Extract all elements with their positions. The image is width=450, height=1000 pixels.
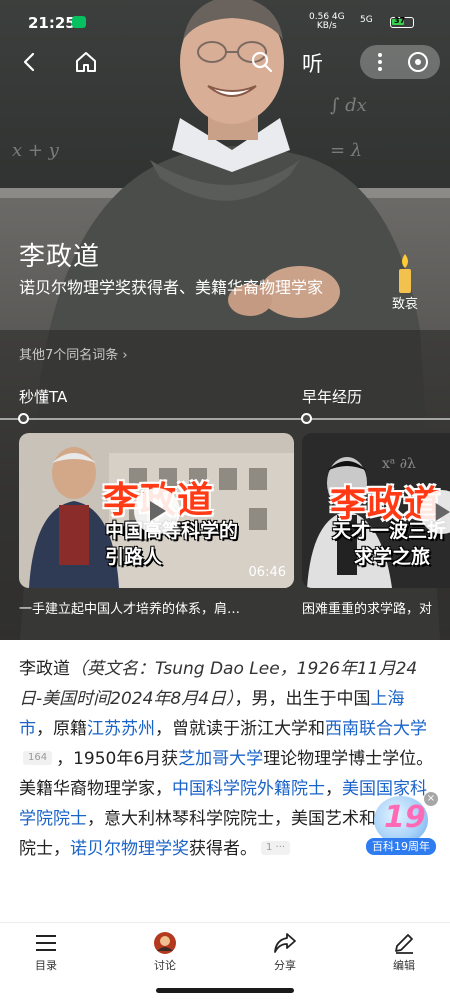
link-university-of-chicago[interactable]: 芝加哥大学 bbox=[178, 749, 263, 769]
video-card[interactable]: 李政道 中国高等科学的 引路人 06:46 bbox=[19, 433, 294, 588]
tab-label: 编辑 bbox=[393, 959, 415, 972]
contents-icon bbox=[6, 929, 86, 957]
link-cas-foreign-member[interactable]: 中国科学院外籍院士 bbox=[172, 779, 325, 799]
bottom-toolbar: 目录 讨论 分享 编辑 bbox=[0, 922, 450, 980]
tab-label: 讨论 bbox=[154, 959, 176, 972]
condolence-button[interactable]: 致哀 bbox=[380, 250, 430, 320]
article-text: 李政道 bbox=[19, 659, 70, 679]
timeline-line bbox=[0, 418, 450, 420]
candle-icon bbox=[399, 254, 411, 293]
svg-text:xᵃ ∂λ: xᵃ ∂λ bbox=[382, 456, 416, 472]
status-time: 21:25 bbox=[28, 14, 76, 32]
miniprogram-capsule bbox=[360, 45, 440, 79]
tab-contents[interactable]: 目录 bbox=[6, 929, 86, 979]
timeline-dot bbox=[18, 413, 29, 424]
section-label-quick[interactable]: 秒懂TA bbox=[19, 386, 67, 407]
article-text: ， bbox=[325, 779, 342, 799]
card-subtitle-line2: 引路人 bbox=[105, 546, 163, 568]
signal-5g-label: 5G bbox=[360, 15, 373, 25]
card-caption[interactable]: 困难重重的求学路，对 bbox=[302, 598, 450, 617]
play-icon[interactable] bbox=[134, 488, 180, 534]
discussion-icon bbox=[125, 929, 205, 957]
top-navigation: 听 bbox=[0, 40, 450, 84]
network-speed: 0.56 4G KB/s bbox=[309, 13, 345, 31]
article-text: ，男，出生于中国 bbox=[234, 689, 371, 709]
anniversary-badge[interactable]: 19 百科19周年 bbox=[366, 796, 436, 858]
video-duration: 06:46 bbox=[248, 565, 286, 580]
more-icon[interactable] bbox=[366, 48, 394, 76]
link-jiangsu-suzhou[interactable]: 江苏苏州 bbox=[87, 719, 155, 739]
tab-label: 目录 bbox=[35, 959, 57, 972]
article-text: ，原籍 bbox=[36, 719, 87, 739]
entry-title: 李政道 bbox=[19, 242, 101, 272]
anniversary-label: 百科19周年 bbox=[366, 838, 436, 855]
article-text: 获得者。 bbox=[189, 839, 257, 859]
wechat-notification-icon bbox=[72, 16, 86, 28]
network-speed-unit: KB/s bbox=[316, 21, 337, 31]
share-icon bbox=[245, 929, 325, 957]
tab-edit[interactable]: 编辑 bbox=[364, 929, 444, 979]
link-southwest-associated-university[interactable]: 西南联合大学 bbox=[325, 719, 427, 739]
battery-icon: 37 bbox=[390, 16, 414, 28]
close-icon[interactable] bbox=[404, 48, 432, 76]
video-card[interactable]: xᵃ ∂λ 李政道 天才一波三折 求学之旅 bbox=[302, 433, 450, 588]
listen-button[interactable]: 听 bbox=[302, 48, 323, 78]
battery-level: 37 bbox=[394, 16, 406, 25]
tab-discussion[interactable]: 讨论 bbox=[125, 929, 205, 979]
reference-badge[interactable]: 164 bbox=[23, 751, 53, 765]
hero-banner: ∫ dx x + y = λ 21:25 0.56 4G KB/s 5G 37 … bbox=[0, 0, 450, 640]
anniversary-number: 19 bbox=[384, 800, 426, 835]
entry-subtitle: 诺贝尔物理学奖获得者、美籍华裔物理学家 bbox=[19, 278, 324, 297]
timeline-dot bbox=[301, 413, 312, 424]
search-icon[interactable] bbox=[248, 48, 276, 76]
section-label-early-life[interactable]: 早年经历 bbox=[302, 386, 362, 407]
home-indicator[interactable] bbox=[156, 988, 294, 993]
edit-icon bbox=[364, 929, 444, 957]
badge-close-icon[interactable]: × bbox=[424, 792, 438, 806]
card-caption[interactable]: 一手建立起中国人才培养的体系，肩… bbox=[19, 598, 294, 617]
link-nobel-physics[interactable]: 诺贝尔物理学奖 bbox=[70, 839, 189, 859]
tab-share[interactable]: 分享 bbox=[245, 929, 325, 979]
back-icon[interactable] bbox=[16, 48, 44, 76]
article-text: ，1950年6月获 bbox=[56, 749, 179, 769]
article-text: ，曾就读于浙江大学和 bbox=[155, 719, 325, 739]
condolence-label: 致哀 bbox=[391, 297, 418, 312]
namesakes-link[interactable]: 其他7个同名词条 › bbox=[19, 344, 128, 363]
tab-label: 分享 bbox=[274, 959, 296, 972]
card-subtitle-line2: 求学之旅 bbox=[354, 546, 431, 568]
reference-badge[interactable]: 1 ··· bbox=[261, 841, 291, 855]
home-icon[interactable] bbox=[72, 48, 100, 76]
